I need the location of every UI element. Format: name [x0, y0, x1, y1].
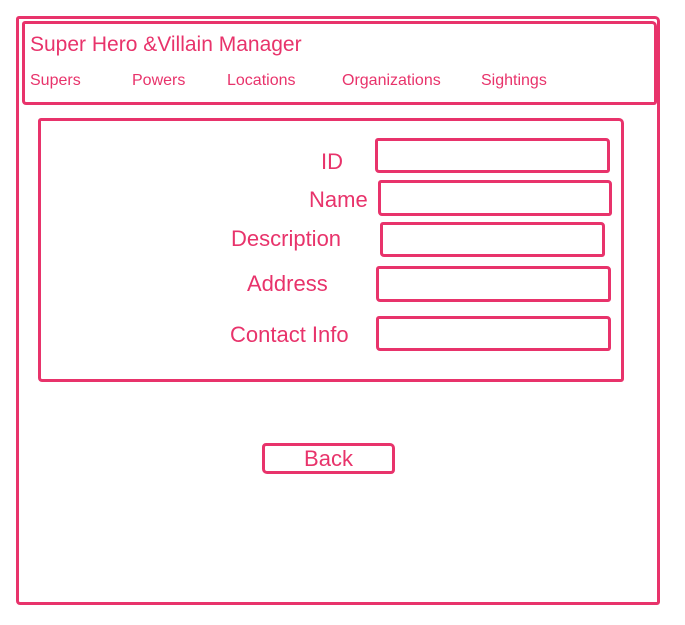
- description-field[interactable]: [380, 222, 605, 257]
- contact-info-field[interactable]: [376, 316, 611, 351]
- app-title: Super Hero &Villain Manager: [30, 33, 302, 56]
- nav-link-sightings[interactable]: Sightings: [481, 72, 547, 90]
- nav-link-powers[interactable]: Powers: [132, 72, 185, 90]
- address-label: Address: [247, 271, 328, 296]
- nav-link-supers[interactable]: Supers: [30, 72, 81, 90]
- name-field[interactable]: [378, 180, 612, 216]
- address-field[interactable]: [376, 266, 611, 302]
- nav-link-organizations[interactable]: Organizations: [342, 72, 441, 90]
- id-label: ID: [321, 149, 343, 174]
- id-field[interactable]: [375, 138, 610, 173]
- contact-info-label: Contact Info: [230, 322, 349, 347]
- nav-link-locations[interactable]: Locations: [227, 72, 296, 90]
- back-button[interactable]: Back: [262, 443, 395, 474]
- description-label: Description: [231, 226, 342, 251]
- name-label: Name: [309, 187, 368, 212]
